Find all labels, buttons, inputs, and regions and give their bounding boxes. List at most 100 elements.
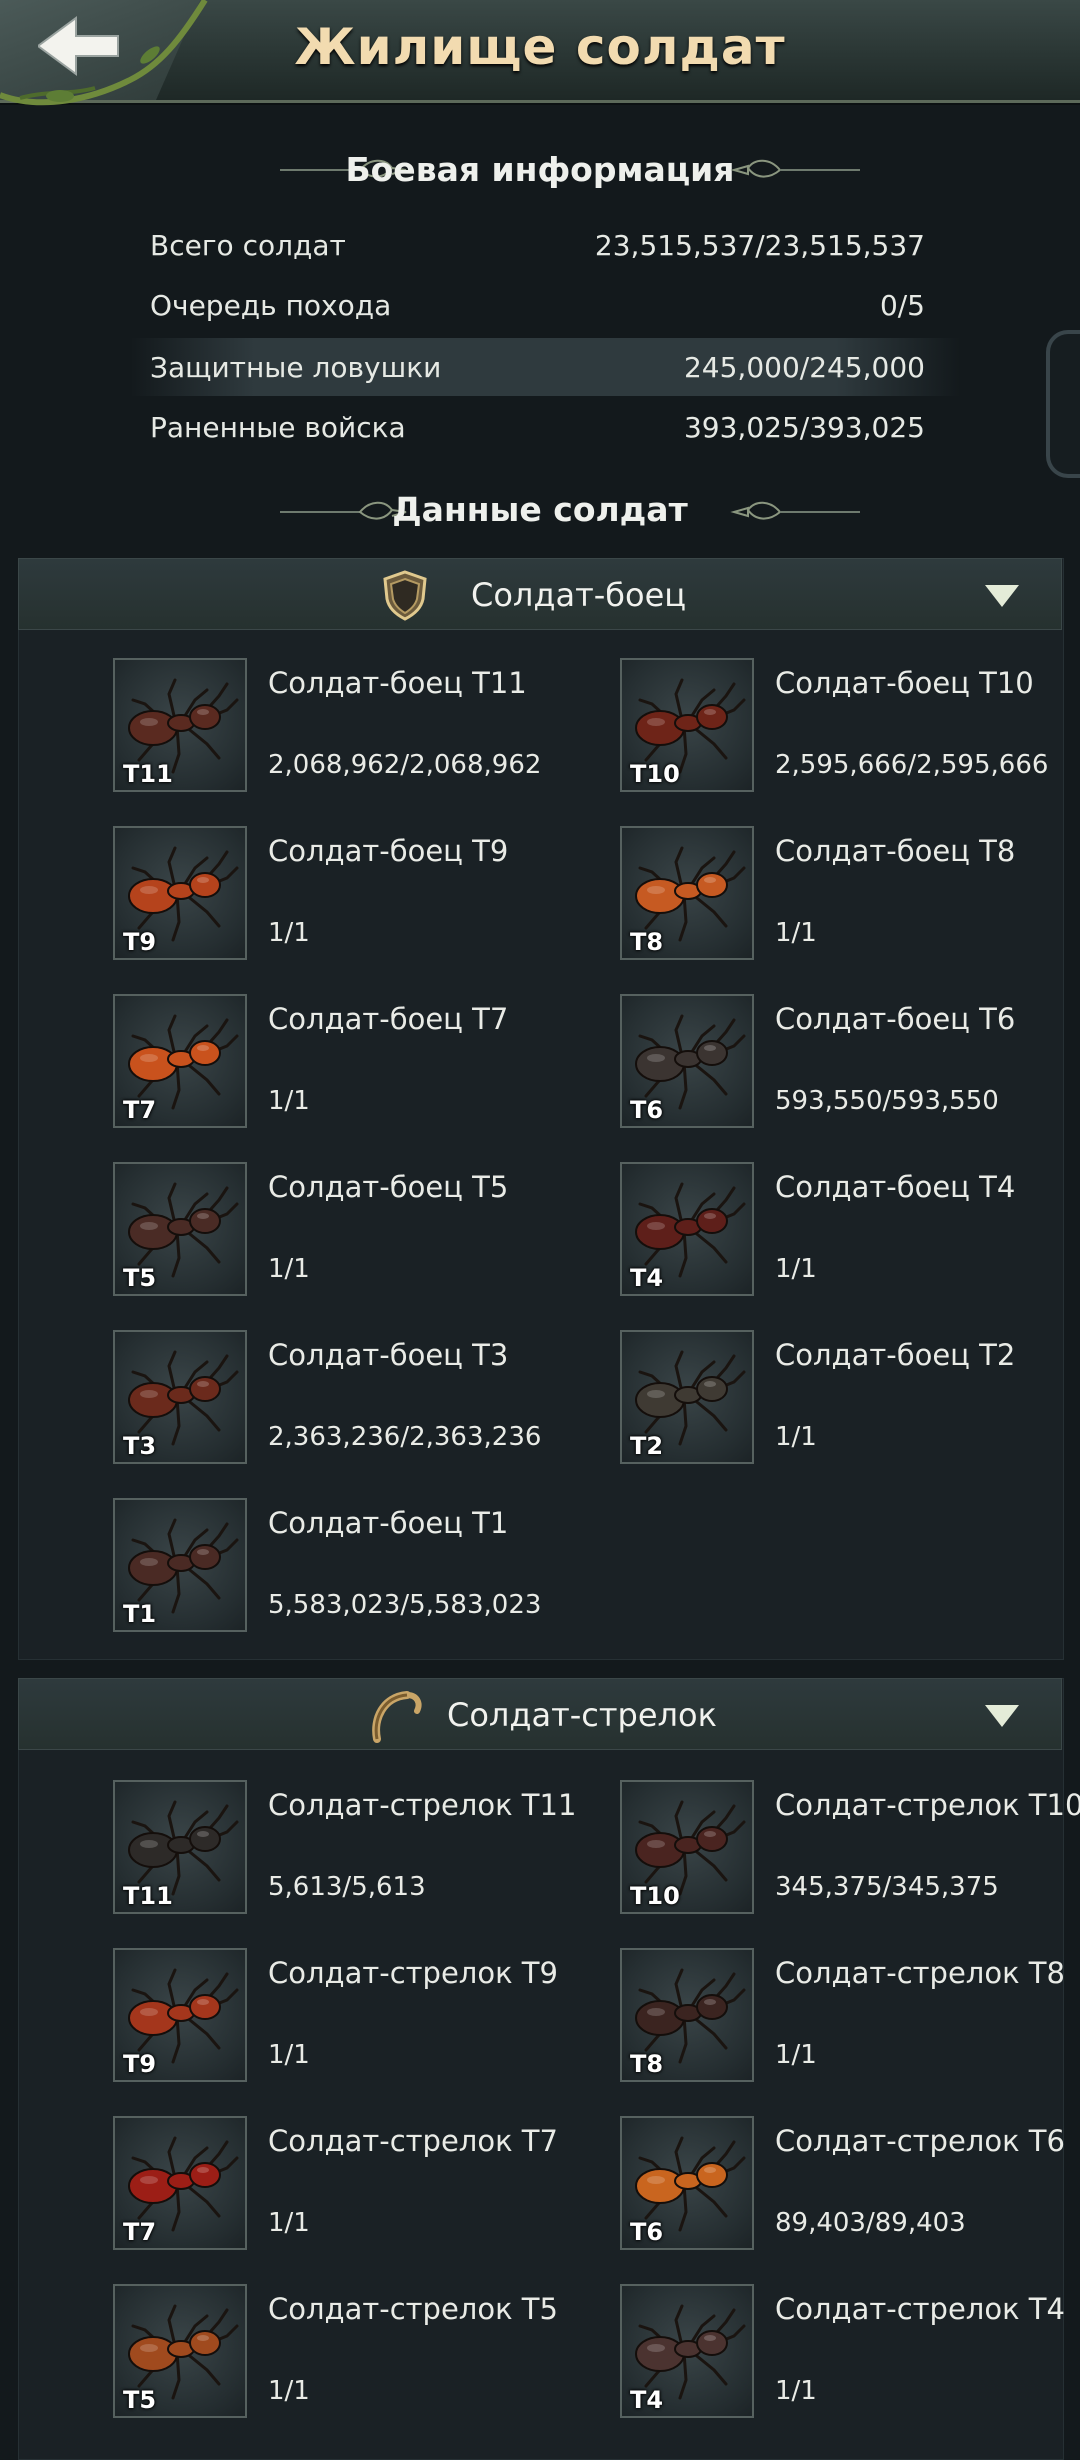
info-label: Защитные ловушки: [150, 350, 442, 384]
info-value: 23,515,537/23,515,537: [594, 228, 925, 262]
tier-badge: T3: [123, 1432, 157, 1460]
unit-count: 5,613/5,613: [268, 1872, 426, 1902]
unit-count: 1/1: [268, 2208, 310, 2238]
unit-name: Солдат-стрелок T7: [268, 2124, 558, 2158]
category-label: Солдат-стрелок: [447, 1696, 717, 1734]
info-row-march-queue: Очередь похода 0/5: [130, 276, 960, 334]
tier-badge: T4: [630, 1264, 664, 1292]
unit-name: Солдат-стрелок T11: [268, 1788, 577, 1822]
unit-name: Солдат-боец T10: [775, 666, 1034, 700]
unit-name: Солдат-боец T8: [775, 834, 1016, 868]
unit-portrait[interactable]: T10: [620, 658, 754, 792]
unit-portrait[interactable]: T3: [113, 1330, 247, 1464]
unit-portrait[interactable]: T6: [620, 994, 754, 1128]
tier-badge: T7: [123, 2218, 157, 2246]
tier-badge: T11: [123, 1882, 173, 1910]
unit-count: 1/1: [775, 2376, 817, 2406]
info-label: Всего солдат: [150, 228, 346, 262]
info-value: 0/5: [879, 288, 925, 322]
unit-portrait[interactable]: T8: [620, 826, 754, 960]
unit-count: 89,403/89,403: [775, 2208, 966, 2238]
info-value: 393,025/393,025: [683, 410, 925, 444]
unit-portrait[interactable]: T7: [113, 2116, 247, 2250]
info-value: 245,000/245,000: [683, 350, 925, 384]
unit-name: Солдат-боец T1: [268, 1506, 509, 1540]
unit-card[interactable]: T11 Солдат-боец T11 2,068,962/2,068,962: [113, 658, 583, 798]
chevron-down-icon[interactable]: [985, 1705, 1019, 1727]
unit-portrait[interactable]: T9: [113, 1948, 247, 2082]
tier-badge: T10: [630, 1882, 680, 1910]
soldier-data-title: Данные солдат: [392, 490, 688, 529]
tier-badge: T2: [630, 1432, 664, 1460]
unit-count: 345,375/345,375: [775, 1872, 999, 1902]
unit-card[interactable]: T5 Солдат-боец T5 1/1: [113, 1162, 583, 1302]
ornament-right-icon: [730, 159, 860, 178]
tier-badge: T8: [630, 2050, 664, 2078]
unit-card[interactable]: T1 Солдат-боец T1 5,583,023/5,583,023: [113, 1498, 583, 1638]
unit-count: 1/1: [775, 1254, 817, 1284]
unit-card[interactable]: T8 Солдат-стрелок T8 1/1: [620, 1948, 1080, 2088]
page-title: Жилище солдат: [294, 18, 786, 76]
unit-card[interactable]: T5 Солдат-стрелок T5 1/1: [113, 2284, 583, 2424]
tier-badge: T11: [123, 760, 173, 788]
tier-badge: T6: [630, 1096, 664, 1124]
unit-portrait[interactable]: T5: [113, 2284, 247, 2418]
unit-name: Солдат-стрелок T5: [268, 2292, 558, 2326]
unit-card[interactable]: T7 Солдат-боец T7 1/1: [113, 994, 583, 1134]
unit-card[interactable]: T6 Солдат-стрелок T6 89,403/89,403: [620, 2116, 1080, 2256]
unit-name: Солдат-боец T9: [268, 834, 509, 868]
unit-portrait[interactable]: T9: [113, 826, 247, 960]
unit-portrait[interactable]: T6: [620, 2116, 754, 2250]
unit-card[interactable]: T4 Солдат-боец T4 1/1: [620, 1162, 1080, 1302]
unit-portrait[interactable]: T7: [113, 994, 247, 1128]
unit-count: 1/1: [268, 2376, 310, 2406]
unit-card[interactable]: T8 Солдат-боец T8 1/1: [620, 826, 1080, 966]
unit-count: 1/1: [268, 1254, 310, 1284]
unit-portrait[interactable]: T2: [620, 1330, 754, 1464]
chevron-down-icon[interactable]: [985, 585, 1019, 607]
info-row-defense-traps: Защитные ловушки 245,000/245,000: [130, 338, 960, 396]
unit-card[interactable]: T2 Солдат-боец T2 1/1: [620, 1330, 1080, 1470]
unit-portrait[interactable]: T4: [620, 2284, 754, 2418]
unit-card[interactable]: T4 Солдат-стрелок T4 1/1: [620, 2284, 1080, 2424]
tier-badge: T5: [123, 1264, 157, 1292]
unit-portrait[interactable]: T10: [620, 1780, 754, 1914]
tier-badge: T7: [123, 1096, 157, 1124]
unit-card[interactable]: T9 Солдат-боец T9 1/1: [113, 826, 583, 966]
tier-badge: T9: [123, 2050, 157, 2078]
category-header-archer[interactable]: Солдат-стрелок: [18, 1678, 1062, 1750]
bow-icon: [372, 1691, 422, 1743]
unit-name: Солдат-боец T6: [775, 1002, 1016, 1036]
unit-card[interactable]: T11 Солдат-стрелок T11 5,613/5,613: [113, 1780, 583, 1920]
unit-card[interactable]: T3 Солдат-боец T3 2,363,236/2,363,236: [113, 1330, 583, 1470]
unit-name: Солдат-боец T4: [775, 1170, 1016, 1204]
unit-card[interactable]: T10 Солдат-боец T10 2,595,666/2,595,666: [620, 658, 1080, 798]
unit-name: Солдат-стрелок T6: [775, 2124, 1065, 2158]
unit-count: 2,595,666/2,595,666: [775, 750, 1049, 780]
unit-portrait[interactable]: T11: [113, 658, 247, 792]
category-header-fighter[interactable]: Солдат-боец: [18, 558, 1062, 630]
unit-card[interactable]: T7 Солдат-стрелок T7 1/1: [113, 2116, 583, 2256]
unit-card[interactable]: T6 Солдат-боец T6 593,550/593,550: [620, 994, 1080, 1134]
side-pull-tab[interactable]: [1046, 330, 1080, 478]
unit-card[interactable]: T9 Солдат-стрелок T9 1/1: [113, 1948, 583, 2088]
unit-name: Солдат-боец T3: [268, 1338, 509, 1372]
unit-portrait[interactable]: T1: [113, 1498, 247, 1632]
ornament-right-icon: [730, 501, 860, 520]
tier-badge: T9: [123, 928, 157, 956]
unit-name: Солдат-стрелок T4: [775, 2292, 1065, 2326]
unit-name: Солдат-стрелок T9: [268, 1956, 558, 1990]
unit-count: 1/1: [268, 918, 310, 948]
tier-badge: T6: [630, 2218, 664, 2246]
unit-card[interactable]: T10 Солдат-стрелок T10 345,375/345,375: [620, 1780, 1080, 1920]
tier-badge: T1: [123, 1600, 157, 1628]
unit-portrait[interactable]: T11: [113, 1780, 247, 1914]
unit-portrait[interactable]: T4: [620, 1162, 754, 1296]
unit-name: Солдат-боец T2: [775, 1338, 1016, 1372]
unit-name: Солдат-стрелок T8: [775, 1956, 1065, 1990]
unit-portrait[interactable]: T5: [113, 1162, 247, 1296]
info-label: Раненные войска: [150, 410, 406, 444]
shield-icon: [383, 570, 427, 621]
unit-portrait[interactable]: T8: [620, 1948, 754, 2082]
tier-badge: T5: [123, 2386, 157, 2414]
